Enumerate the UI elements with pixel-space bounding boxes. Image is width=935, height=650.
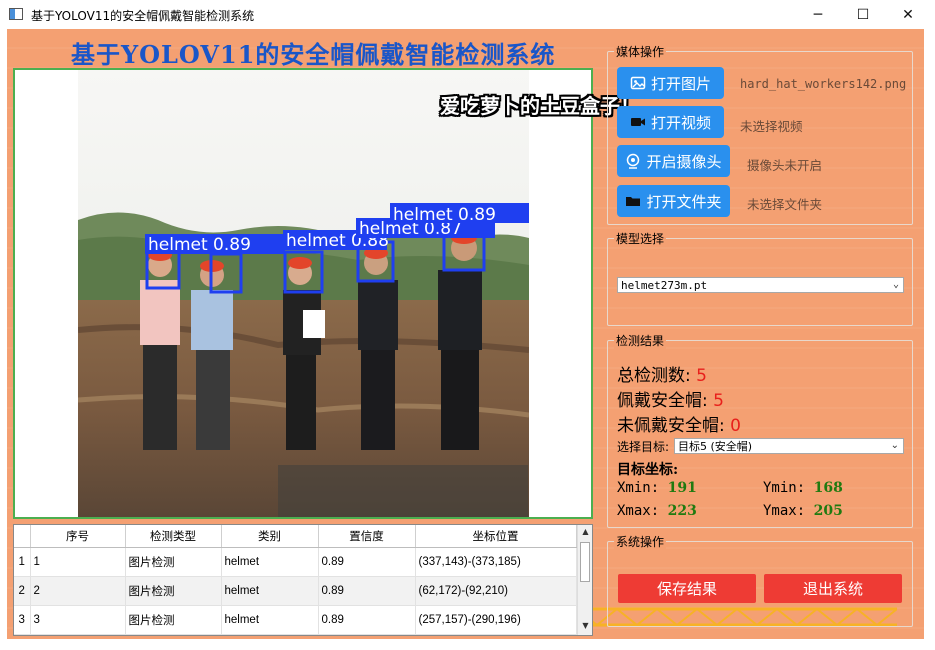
table-row[interactable]: 2 2 图片检测 helmet 0.89 (62,172)-(92,210) [14,576,577,606]
not-wearing-value: 0 [730,416,741,436]
column-header[interactable]: 置信度 [318,525,416,548]
table-scrollbar[interactable]: ▲ ▼ [577,525,592,635]
coords-title: 目标坐标: [617,462,679,478]
xmax-label: Xmax: [617,503,660,519]
save-results-button[interactable]: 保存结果 [618,574,756,603]
minimize-button[interactable]: ─ [795,0,841,29]
column-header[interactable]: 类别 [221,525,319,548]
chevron-down-icon: ⌄ [890,440,899,451]
table-cell[interactable]: 0.89 [318,576,416,606]
chevron-down-icon: ⌄ [892,279,899,290]
table-row[interactable]: 3 3 图片检测 helmet 0.89 (257,157)-(290,196) [14,605,577,635]
ymax-label: Ymax: [763,503,806,519]
detection-image: helmet 0.89 helmet 0.88 helmet 0.87 helm… [78,70,529,517]
model-select[interactable]: helmet273m.pt ⌄ [617,277,904,293]
xmin-field: Xmin: 191 [617,480,697,496]
model-select-value: helmet273m.pt [621,278,708,292]
open-video-button[interactable]: 打开视频 [617,106,724,138]
ymax-field: Ymax: 205 [763,503,843,519]
table-cell[interactable]: 2 [30,576,126,606]
results-group-title: 检测结果 [614,332,667,349]
column-header[interactable]: 坐标位置 [415,525,577,548]
xmax-field: Xmax: 223 [617,503,697,519]
table-header-row: 序号 检测类型 类别 置信度 坐标位置 [14,525,577,548]
window-title: 基于YOLOV11的安全帽佩戴智能检测系统 [31,9,255,23]
wearing-count: 佩戴安全帽: 5 [617,386,724,411]
open-camera-label: 开启摄像头 [646,152,722,171]
open-video-label: 打开视频 [650,113,711,132]
total-value: 5 [696,366,707,386]
table-cell[interactable]: 图片检测 [125,576,222,606]
open-folder-status: 未选择文件夹 [747,197,823,212]
open-folder-button[interactable]: 打开文件夹 [617,185,730,217]
app-icon [9,8,23,20]
target-select-label: 选择目标: [617,440,670,454]
results-table[interactable]: 序号 检测类型 类别 置信度 坐标位置 1 1 图片检测 helmet 0.89… [13,524,593,636]
not-wearing-label: 未佩戴安全帽: [617,416,725,436]
folder-icon [626,197,641,206]
table-cell[interactable]: 1 [30,547,126,577]
ymin-label: Ymin: [763,480,806,496]
image-display: helmet 0.89 helmet 0.88 helmet 0.87 helm… [13,68,593,519]
image-icon [630,76,646,90]
page-title: 基于YOLOV11的安全帽佩戴智能检测系统 [71,40,556,69]
table-cell[interactable]: helmet [221,605,319,635]
scroll-down-icon[interactable]: ▼ [578,621,592,630]
xmax-value: 223 [667,503,697,519]
table-row[interactable]: 1 1 图片检测 helmet 0.89 (337,143)-(373,185) [14,547,577,577]
table-corner [14,525,31,548]
target-select-value: 目标5 (安全帽) [678,440,753,453]
xmin-label: Xmin: [617,480,660,496]
row-number: 3 [14,605,31,635]
table-cell[interactable]: 图片检测 [125,605,222,635]
table-cell[interactable]: (62,172)-(92,210) [415,576,577,606]
ymin-field: Ymin: 168 [763,480,843,496]
table-cell[interactable]: 0.89 [318,605,416,635]
window-titlebar: 基于YOLOV11的安全帽佩戴智能检测系统 ─ ☐ ✕ [0,0,935,29]
open-image-label: 打开图片 [650,74,711,93]
open-image-status: hard_hat_workers142.png [740,77,907,91]
open-video-status: 未选择视频 [740,119,803,134]
xmin-value: 191 [667,480,697,496]
table-cell[interactable]: 3 [30,605,126,635]
detection-label-5: helmet 0.89 [393,205,496,225]
media-group-title: 媒体操作 [614,43,667,60]
system-group-title: 系统操作 [614,533,667,550]
wearing-label: 佩戴安全帽: [617,391,708,411]
total-detections: 总检测数: 5 [617,361,707,386]
open-folder-label: 打开文件夹 [646,192,722,211]
ymax-value: 205 [813,503,843,519]
exit-system-button[interactable]: 退出系统 [764,574,902,603]
webcam-icon [627,153,640,169]
column-header[interactable]: 检测类型 [125,525,222,548]
table-cell[interactable]: helmet [221,576,319,606]
scroll-up-icon[interactable]: ▲ [578,527,592,536]
column-header[interactable]: 序号 [30,525,126,548]
scrollbar-thumb[interactable] [580,542,590,582]
detection-label-1: helmet 0.89 [148,235,251,255]
ymin-value: 168 [813,480,843,496]
model-group-title: 模型选择 [614,230,667,247]
table-cell[interactable]: 图片检测 [125,547,222,577]
close-button[interactable]: ✕ [885,0,931,29]
wearing-value: 5 [713,391,724,411]
open-camera-button[interactable]: 开启摄像头 [617,145,730,177]
table-cell[interactable]: 0.89 [318,547,416,577]
open-image-button[interactable]: 打开图片 [617,67,724,99]
table-cell[interactable]: helmet [221,547,319,577]
target-select[interactable]: 目标5 (安全帽) ⌄ [674,438,904,454]
app-client-area: 基于YOLOV11的安全帽佩戴智能检测系统 helmet 0.89 helmet… [7,29,924,639]
row-number: 2 [14,576,31,606]
table-cell[interactable]: (337,143)-(373,185) [415,547,577,577]
maximize-button[interactable]: ☐ [840,0,886,29]
video-icon [630,118,645,126]
table-cell[interactable]: (257,157)-(290,196) [415,605,577,635]
open-camera-status: 摄像头未开启 [747,158,823,173]
row-number: 1 [14,547,31,577]
not-wearing-count: 未佩戴安全帽: 0 [617,411,741,436]
total-label: 总检测数: [617,366,691,386]
